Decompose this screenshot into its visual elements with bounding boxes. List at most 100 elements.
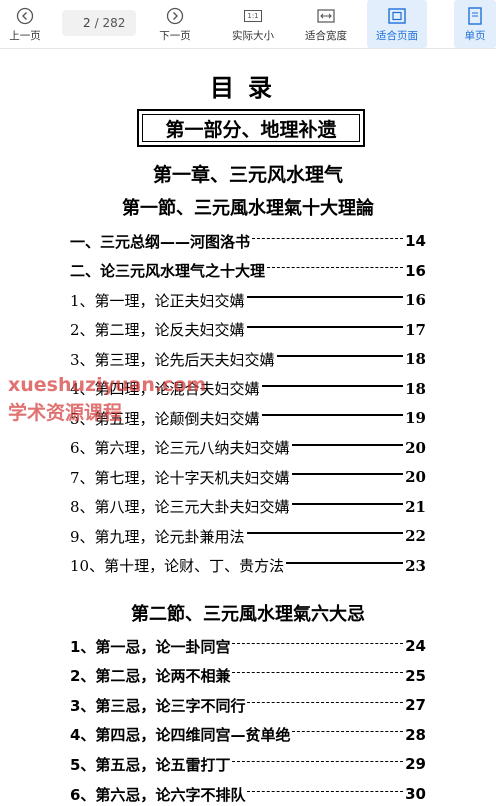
toc-entry[interactable]: 4、第四忌，论四维同宫—贫单绝 28 (70, 722, 426, 748)
actual-size-icon: 1:1 (242, 6, 264, 26)
fit-page-icon (386, 6, 408, 26)
chevron-right-icon (164, 6, 186, 26)
toc-entry-page: 30 (405, 785, 426, 803)
toc-leader (247, 790, 404, 792)
toc-entry-label: 4、第四理，论混合夫妇交媾 (70, 380, 260, 398)
toc-entry-label: 5、第五忌，论五雷打丁 (70, 755, 231, 774)
page-number-input[interactable] (72, 16, 91, 30)
toc-entry-label: 10、第十理，论财、丁、贵方法 (70, 557, 285, 575)
document-page: 目录 第一部分、地理补遗 第一章、三元风水理气 第一節、三元風水理氣十大理論 一… (0, 48, 496, 806)
toc-entry-page: 24 (405, 637, 426, 655)
prev-page-label: 上一页 (9, 29, 41, 42)
section-heading-1: 第一節、三元風水理氣十大理論 (122, 198, 374, 219)
toc-entry[interactable]: 1、第一忌，论一卦同宫 24 (70, 633, 426, 659)
toc-leader (292, 731, 404, 733)
viewer-toolbar: 上一页 / 282 下一页 1:1 实际大小 适合宽度 适合页面 单页 (0, 0, 496, 49)
prev-page-button[interactable]: 上一页 (0, 0, 50, 48)
toc-leader (252, 237, 404, 239)
single-page-button[interactable]: 单页 (454, 0, 496, 48)
next-page-button[interactable]: 下一页 (150, 0, 200, 48)
fit-page-label: 适合页面 (376, 29, 418, 42)
toc-leader (267, 267, 404, 268)
actual-size-label: 实际大小 (232, 29, 274, 42)
toc-entry-page: 16 (405, 291, 426, 309)
toc-entry-page: 28 (405, 725, 426, 744)
toc-entry[interactable]: 10、第十理，论财、丁、贵方法 23 (70, 553, 426, 579)
fit-page-button[interactable]: 适合页面 (367, 0, 427, 48)
toc-entry-label: 8、第八理，论三元大卦夫妇交媾 (70, 498, 290, 516)
toc-leader (246, 325, 404, 328)
toc-leader (232, 642, 404, 644)
toc-entry-label: 6、第六理，论三元八纳夫妇交媾 (70, 439, 290, 457)
toc-leader (246, 296, 404, 298)
single-page-label: 单页 (464, 29, 486, 42)
toc-leader (232, 672, 404, 674)
toc-entry[interactable]: 5、第五忌，论五雷打丁 29 (70, 751, 426, 777)
toc-entry[interactable]: 3、第三忌，论三字不同行 27 (70, 692, 426, 718)
toc-entry-label: 6、第六忌，论六字不排队 (70, 785, 246, 804)
toc-entry-label: 2、第二忌，论两不相兼 (70, 667, 231, 686)
toc-entry-label: 1、第一忌，论一卦同宫 (70, 637, 231, 656)
toc-entry-label: 3、第三理，论先后天夫妇交媾 (70, 350, 275, 369)
chapter-heading: 第一章、三元风水理气 (152, 164, 343, 186)
actual-size-button[interactable]: 1:1 实际大小 (223, 0, 283, 48)
toc-entry-page: 22 (405, 527, 426, 545)
toc-entry[interactable]: 8、第八理，论三元大卦夫妇交媾 21 (70, 494, 426, 520)
single-page-icon (464, 6, 486, 26)
toc-leader (276, 355, 404, 357)
toc-entry[interactable]: 3、第三理，论先后天夫妇交媾 18 (70, 346, 426, 372)
toc-entry[interactable]: 7、第七理，论十字天机夫妇交媾 20 (70, 464, 426, 490)
toc-leader (291, 502, 404, 505)
toc-entry-page: 18 (405, 379, 426, 398)
toc-leader (246, 532, 404, 534)
toc-entry[interactable]: 2、第二理，论反夫妇交媾 17 (70, 317, 426, 343)
toc-entry-page: 23 (405, 556, 426, 575)
toc-entry-label: 5、第五理，论颠倒夫妇交媾 (70, 409, 260, 428)
toc-title: 目录 (210, 73, 286, 102)
toc-entry-page: 29 (405, 755, 426, 774)
page-total: / 282 (94, 16, 126, 30)
toc-leader (232, 760, 404, 762)
toc-entry[interactable]: 一、三元总纲——河图洛书 14 (70, 228, 426, 254)
toc-entry-page: 20 (405, 438, 426, 457)
toc-leader (291, 443, 404, 446)
toc-entry[interactable]: 9、第九理，论元卦兼用法 22 (70, 523, 426, 549)
toc-leader (247, 701, 404, 703)
next-page-label: 下一页 (159, 29, 191, 42)
toc-entry-page: 19 (405, 409, 426, 427)
toc-entry-page: 17 (405, 320, 426, 339)
part-heading: 第一部分、地理补遗 (137, 109, 365, 147)
toc-entry[interactable]: 6、第六忌，论六字不排队 30 (70, 781, 426, 806)
toc-entry-label: 一、三元总纲——河图洛书 (70, 232, 251, 251)
toc-leader (291, 473, 404, 475)
toc-entry[interactable]: 1、第一理，论正夫妇交媾 16 (70, 287, 426, 313)
toc-entry-page: 18 (405, 350, 426, 368)
toc-entry-page: 20 (405, 468, 426, 486)
toc-entry[interactable]: 6、第六理，论三元八纳夫妇交媾 20 (70, 435, 426, 461)
toc-entry-page: 21 (405, 497, 426, 516)
toc-entry-label: 4、第四忌，论四维同宫—贫单绝 (70, 726, 291, 745)
section-heading-2: 第二節、三元風水理氣六大忌 (131, 604, 365, 625)
toc-entry-label: 9、第九理，论元卦兼用法 (70, 527, 245, 546)
toc-entry-page: 16 (405, 261, 426, 280)
toc-entry-page: 27 (405, 696, 426, 715)
toc-entry[interactable]: 二、论三元风水理气之十大理 16 (70, 258, 426, 284)
fit-width-label: 适合宽度 (305, 29, 347, 42)
toc-leader (286, 561, 404, 564)
fit-width-icon (315, 6, 337, 26)
toc-entry[interactable]: 5、第五理，论颠倒夫妇交媾 19 (70, 405, 426, 431)
toc-entry-page: 25 (405, 666, 426, 685)
toc-leader (261, 414, 404, 416)
toc-entry-label: 二、论三元风水理气之十大理 (70, 262, 266, 280)
chevron-left-icon (14, 6, 36, 26)
toc-entry-label: 3、第三忌，论三字不同行 (70, 696, 246, 715)
toc-leader (261, 384, 404, 387)
toc-entry-page: 14 (405, 232, 426, 250)
toc-entry-label: 7、第七理，论十字天机夫妇交媾 (70, 468, 290, 487)
toc-entry[interactable]: 2、第二忌，论两不相兼 25 (70, 663, 426, 689)
toc-entry-label: 2、第二理，论反夫妇交媾 (70, 321, 245, 339)
page-indicator: / 282 (62, 10, 136, 36)
toc-entry[interactable]: 4、第四理，论混合夫妇交媾 18 (70, 376, 426, 402)
fit-width-button[interactable]: 适合宽度 (295, 0, 357, 48)
toc-entry-label: 1、第一理，论正夫妇交媾 (70, 291, 245, 310)
